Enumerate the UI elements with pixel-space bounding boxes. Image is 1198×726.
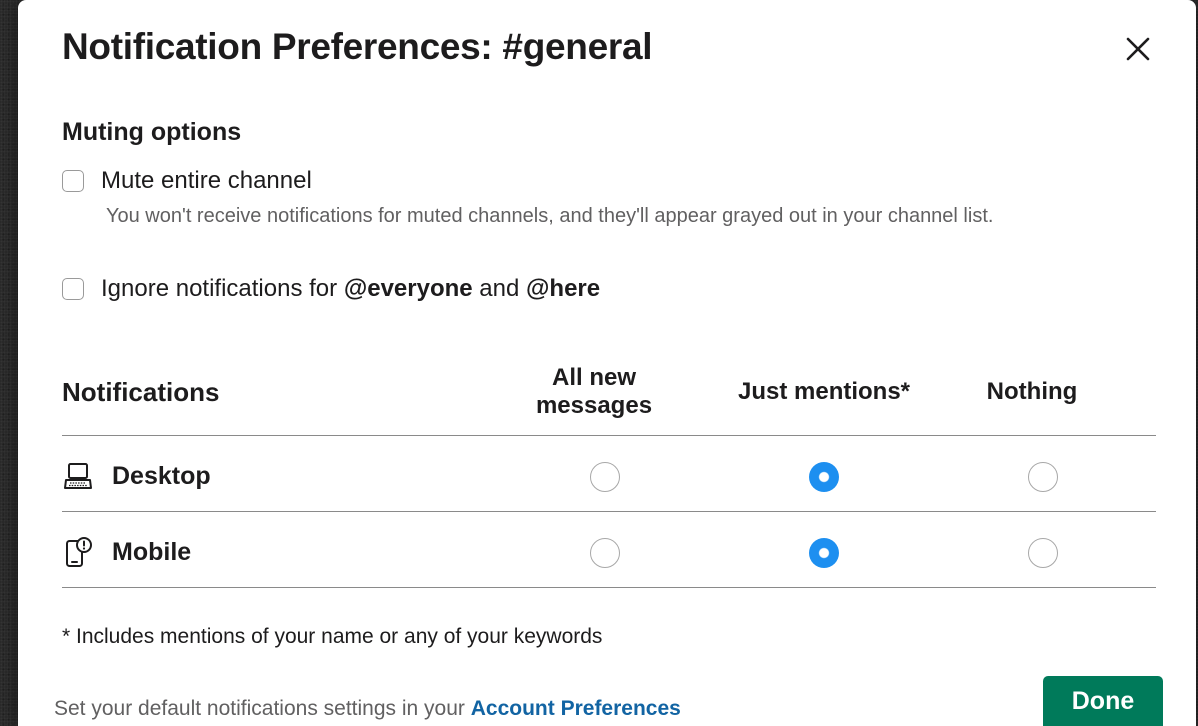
- mobile-radio-just-mentions[interactable]: [809, 538, 839, 568]
- close-icon: [1126, 37, 1150, 61]
- default-settings-prefix: Set your default notifications settings …: [54, 697, 465, 720]
- notification-preferences-dialog: Notification Preferences: #general Mutin…: [18, 0, 1196, 726]
- mobile-label: Mobile: [112, 537, 192, 566]
- mobile-icon: [62, 536, 94, 568]
- muting-options-heading: Muting options: [62, 118, 242, 146]
- ignore-everyone-checkbox[interactable]: [62, 278, 84, 300]
- desktop-radio-all-new-messages[interactable]: [590, 462, 620, 492]
- ignore-everyone-label[interactable]: Ignore notifications for @everyone and @…: [101, 275, 600, 303]
- mute-channel-checkbox[interactable]: [62, 170, 84, 192]
- table-divider: [62, 587, 1156, 588]
- mobile-radio-nothing[interactable]: [1028, 538, 1058, 568]
- ignore-everyone-row: Ignore notifications for @everyone and @…: [62, 275, 600, 303]
- here-mention: @here: [526, 275, 601, 302]
- column-just-mentions: Just mentions*: [737, 378, 911, 405]
- mobile-row-label: Mobile: [62, 536, 191, 568]
- mute-channel-label[interactable]: Mute entire channel: [101, 167, 312, 195]
- close-button[interactable]: [1117, 28, 1159, 70]
- mobile-radio-all-new-messages[interactable]: [590, 538, 620, 568]
- mute-channel-row: Mute entire channel: [62, 167, 312, 195]
- everyone-mention: @everyone: [343, 275, 473, 302]
- column-all-new-messages: All new messages: [535, 364, 653, 419]
- mentions-footnote: * Includes mentions of your name or any …: [62, 625, 603, 648]
- dialog-title: Notification Preferences: #general: [62, 26, 653, 67]
- mute-channel-help-text: You won't receive notifications for mute…: [106, 205, 994, 227]
- account-preferences-link[interactable]: Account Preferences: [471, 697, 681, 720]
- desktop-radio-nothing[interactable]: [1028, 462, 1058, 492]
- ignore-label-prefix: Ignore notifications for: [101, 275, 338, 302]
- table-divider: [62, 435, 1156, 436]
- desktop-icon: [62, 460, 94, 492]
- desktop-label: Desktop: [112, 461, 211, 490]
- ignore-label-and: and: [479, 275, 520, 302]
- default-settings-text: Set your default notifications settings …: [54, 697, 681, 721]
- desktop-row-label: Desktop: [62, 460, 211, 492]
- table-divider: [62, 511, 1156, 512]
- column-nothing: Nothing: [986, 378, 1078, 405]
- desktop-radio-just-mentions[interactable]: [809, 462, 839, 492]
- notifications-heading: Notifications: [62, 377, 220, 407]
- done-button[interactable]: Done: [1043, 676, 1163, 726]
